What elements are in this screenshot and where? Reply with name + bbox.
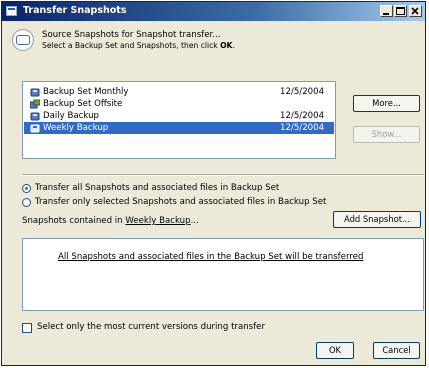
backup-set-name: Weekly Backup [125, 216, 191, 226]
transfer-all-message: All Snapshots and associated files in th… [58, 252, 364, 262]
more-button[interactable]: More... [353, 95, 420, 112]
ok-button[interactable]: OK [316, 342, 354, 359]
show-button[interactable]: Show... [353, 126, 420, 143]
transfer-snapshots-dialog: Transfer Snapshots Source Snapshots for … [1, 1, 426, 366]
title-bar[interactable]: Transfer Snapshots [2, 2, 425, 21]
backup-set-icon [30, 124, 40, 133]
window-icon [6, 6, 17, 16]
close-button[interactable] [409, 5, 422, 17]
offsite-backup-set-icon [30, 99, 40, 109]
list-item[interactable]: Backup Set Offsite [24, 98, 334, 110]
close-icon [411, 7, 419, 15]
backup-set-list[interactable]: Backup Set Monthly 12/5/2004 Backup Set … [22, 81, 336, 159]
backup-set-icon [30, 88, 40, 97]
minimize-button[interactable] [380, 5, 393, 17]
list-item[interactable]: Backup Set Monthly 12/5/2004 [24, 86, 334, 98]
current-versions-checkbox[interactable] [22, 323, 32, 333]
snapshot-list[interactable]: All Snapshots and associated files in th… [22, 238, 424, 311]
backup-set-icon [30, 112, 40, 121]
snapshots-contained-label: Snapshots contained in Weekly Backup... [22, 216, 199, 226]
minimize-icon [383, 13, 389, 15]
list-item[interactable]: Daily Backup 12/5/2004 [24, 110, 334, 122]
add-snapshot-button[interactable]: Add Snapshot... [333, 211, 421, 228]
transfer-all-label[interactable]: Transfer all Snapshots and associated fi… [35, 183, 279, 193]
divider [22, 174, 424, 176]
transfer-all-radio[interactable] [22, 184, 31, 193]
snapshot-transfer-icon [12, 29, 34, 51]
dialog-instructions: Select a Backup Set and Snapshots, then … [42, 41, 235, 50]
transfer-selected-label[interactable]: Transfer only selected Snapshots and ass… [35, 197, 326, 207]
transfer-selected-radio[interactable] [22, 198, 31, 207]
dialog-heading: Source Snapshots for Snapshot transfer..… [42, 30, 221, 40]
window-title: Transfer Snapshots [23, 5, 127, 16]
maximize-button[interactable] [394, 5, 407, 17]
cancel-button[interactable]: Cancel [373, 342, 420, 359]
maximize-icon [396, 7, 405, 15]
list-item-selected[interactable]: Weekly Backup 12/5/2004 [23, 121, 335, 135]
current-versions-label[interactable]: Select only the most current versions du… [37, 322, 265, 332]
